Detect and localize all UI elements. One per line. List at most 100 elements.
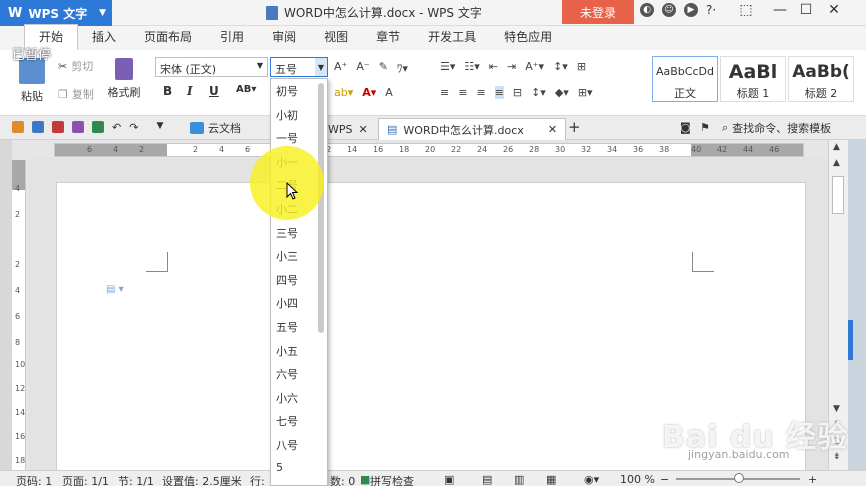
close-icon[interactable]: ✕ (359, 123, 368, 136)
font-size-option[interactable]: 八号 (276, 437, 298, 453)
status-zoom[interactable]: 100 % (620, 473, 655, 486)
paste-button[interactable]: 粘贴 (16, 58, 48, 104)
scroll-up-icon[interactable]: ▲ (833, 142, 840, 152)
login-button[interactable]: 未登录 (562, 0, 634, 24)
page-view-icon[interactable]: ▤ (482, 473, 492, 486)
underline-icon[interactable]: U (209, 84, 219, 98)
align-right-icon[interactable]: ≡ (476, 86, 485, 99)
grow-font-icon[interactable]: A⁺ (334, 60, 347, 76)
font-size-option[interactable]: 三号 (276, 225, 298, 241)
font-size-option[interactable]: 小五 (276, 343, 298, 359)
font-size-option[interactable]: 5 (276, 461, 283, 474)
tab-special[interactable]: 特色应用 (490, 28, 566, 50)
zoom-out-icon[interactable]: − (660, 473, 669, 486)
align-center-icon[interactable]: ≡ (458, 86, 467, 99)
tab-wps-home[interactable]: WPS ✕ (320, 118, 376, 140)
maximize-button[interactable]: ☐ (796, 2, 816, 18)
bullet-list-icon[interactable]: ☰▾ (440, 60, 455, 73)
panel-toggle[interactable] (848, 320, 853, 360)
font-size-option[interactable]: 四号 (276, 272, 298, 288)
view-icon[interactable]: ▣ (444, 473, 454, 486)
tab-developer[interactable]: 开发工具 (414, 28, 490, 50)
font-size-option[interactable]: 小初 (276, 107, 298, 123)
close-button[interactable]: ✕ (824, 2, 844, 18)
font-size-option[interactable]: 六号 (276, 366, 298, 382)
dropdown-scrollbar[interactable] (318, 83, 324, 333)
sort-icon[interactable]: ↕▾ (553, 60, 568, 73)
chevron-down-icon[interactable]: ▼ (156, 121, 163, 134)
shrink-font-icon[interactable]: A⁻ (356, 60, 369, 76)
tab-review[interactable]: 审阅 (258, 28, 310, 50)
line-spacing-icon[interactable]: ↕▾ (531, 86, 546, 99)
tab-document[interactable]: ▤ WORD中怎么计算.docx ✕ (378, 118, 567, 140)
pdf-icon[interactable] (52, 121, 64, 133)
chevron-down-icon[interactable]: ▼ (315, 58, 327, 76)
tab-chapter[interactable]: 章节 (362, 28, 414, 50)
font-name-select[interactable]: 宋体 (正文) ▼ (155, 57, 268, 77)
font-size-option[interactable]: 七号 (276, 413, 298, 429)
style-normal[interactable]: AaBbCcDd 正文 (652, 56, 718, 102)
scroll-up-icon[interactable]: ▲ (833, 158, 840, 168)
preview-icon[interactable] (92, 121, 104, 133)
italic-icon[interactable]: I (187, 84, 193, 98)
font-size-option[interactable]: 一号 (276, 130, 298, 146)
bold-icon[interactable]: B (163, 84, 172, 98)
find-command-search[interactable]: ⌕ 查找命令、搜索模板 (722, 120, 831, 136)
reading-view-icon[interactable]: ◉▾ (584, 473, 599, 486)
zoom-in-icon[interactable]: + (808, 473, 817, 486)
copy-button[interactable]: ❐ 复制 (58, 86, 94, 102)
tab-view[interactable]: 视图 (310, 28, 362, 50)
new-tab-icon[interactable]: + (568, 118, 581, 136)
print-icon[interactable] (72, 121, 84, 133)
paste-options-icon[interactable]: ▤ ▾ (106, 284, 124, 295)
format-painter-button[interactable]: 格式刷 (106, 58, 142, 100)
tab-insert[interactable]: 插入 (78, 28, 130, 50)
char-shading-icon[interactable]: A (385, 86, 393, 99)
font-size-select[interactable]: 五号 ▼ (270, 57, 328, 77)
cloud-docs-button[interactable]: 云文档 (190, 120, 241, 136)
distribute-icon[interactable]: ⊟ (513, 86, 522, 99)
web-view-icon[interactable]: ▥ (514, 473, 524, 486)
font-size-option[interactable]: 五号 (276, 319, 298, 335)
font-size-option[interactable]: 小六 (276, 390, 298, 406)
decrease-indent-icon[interactable]: ⇤ (489, 60, 498, 73)
clear-format-icon[interactable]: ✎ (379, 60, 388, 76)
tab-page-layout[interactable]: 页面布局 (130, 28, 206, 50)
zoom-slider-handle[interactable] (734, 473, 744, 483)
style-heading-2[interactable]: AaBb( 标题 2 (788, 56, 854, 102)
shading-icon[interactable]: ◆▾ (555, 86, 569, 99)
spell-check-icon[interactable]: ■ (360, 473, 370, 486)
vertical-ruler[interactable]: 4 2 2 4 6 8 10 12 14 16 18 (12, 160, 26, 470)
numbered-list-icon[interactable]: ☷▾ (464, 60, 479, 73)
border-icon[interactable]: ⊞▾ (578, 86, 593, 99)
flag-icon[interactable]: ⚑ (700, 121, 710, 134)
fullscreen-icon[interactable]: ⬚ (736, 2, 756, 18)
font-size-option[interactable]: 小三 (276, 248, 298, 264)
outline-view-icon[interactable]: ▦ (546, 473, 556, 486)
tab-references[interactable]: 引用 (206, 28, 258, 50)
feedback-icon[interactable]: ☺ (662, 3, 676, 17)
wps-menu-button[interactable]: W WPS 文字 ▼ (0, 0, 112, 26)
save-icon[interactable] (32, 121, 44, 133)
align-left-icon[interactable]: ≡ (440, 86, 449, 99)
increase-indent-icon[interactable]: ⇥ (507, 60, 516, 73)
font-size-option[interactable]: 小四 (276, 295, 298, 311)
table-icon[interactable]: ⊞ (577, 60, 586, 73)
share-icon[interactable]: ▶ (684, 3, 698, 17)
phonetic-icon[interactable]: ﾜ▾ (397, 60, 408, 76)
strikethrough-icon[interactable]: AB▾ (236, 84, 256, 95)
justify-icon[interactable]: ≡ (494, 86, 504, 99)
skin-icon[interactable]: ◐ (640, 3, 654, 17)
redo-icon[interactable]: ↷ (129, 121, 138, 134)
minimize-button[interactable]: — (770, 2, 790, 18)
font-size-option[interactable]: 初号 (276, 83, 298, 99)
open-icon[interactable] (12, 121, 24, 133)
font-color-icon[interactable]: A▾ (362, 86, 376, 99)
scrollbar-thumb[interactable] (832, 176, 844, 214)
message-icon[interactable]: ◙ (680, 121, 691, 134)
horizontal-ruler[interactable]: 6 4 2 2 4 6 8 10 12 14 16 18 20 22 24 26… (54, 143, 804, 157)
status-spell-check[interactable]: 拼写检查 (370, 473, 414, 486)
style-heading-1[interactable]: AaBl 标题 1 (720, 56, 786, 102)
case-icon[interactable]: A⁺▾ (525, 60, 544, 73)
cut-button[interactable]: ✂ 剪切 (58, 58, 93, 74)
